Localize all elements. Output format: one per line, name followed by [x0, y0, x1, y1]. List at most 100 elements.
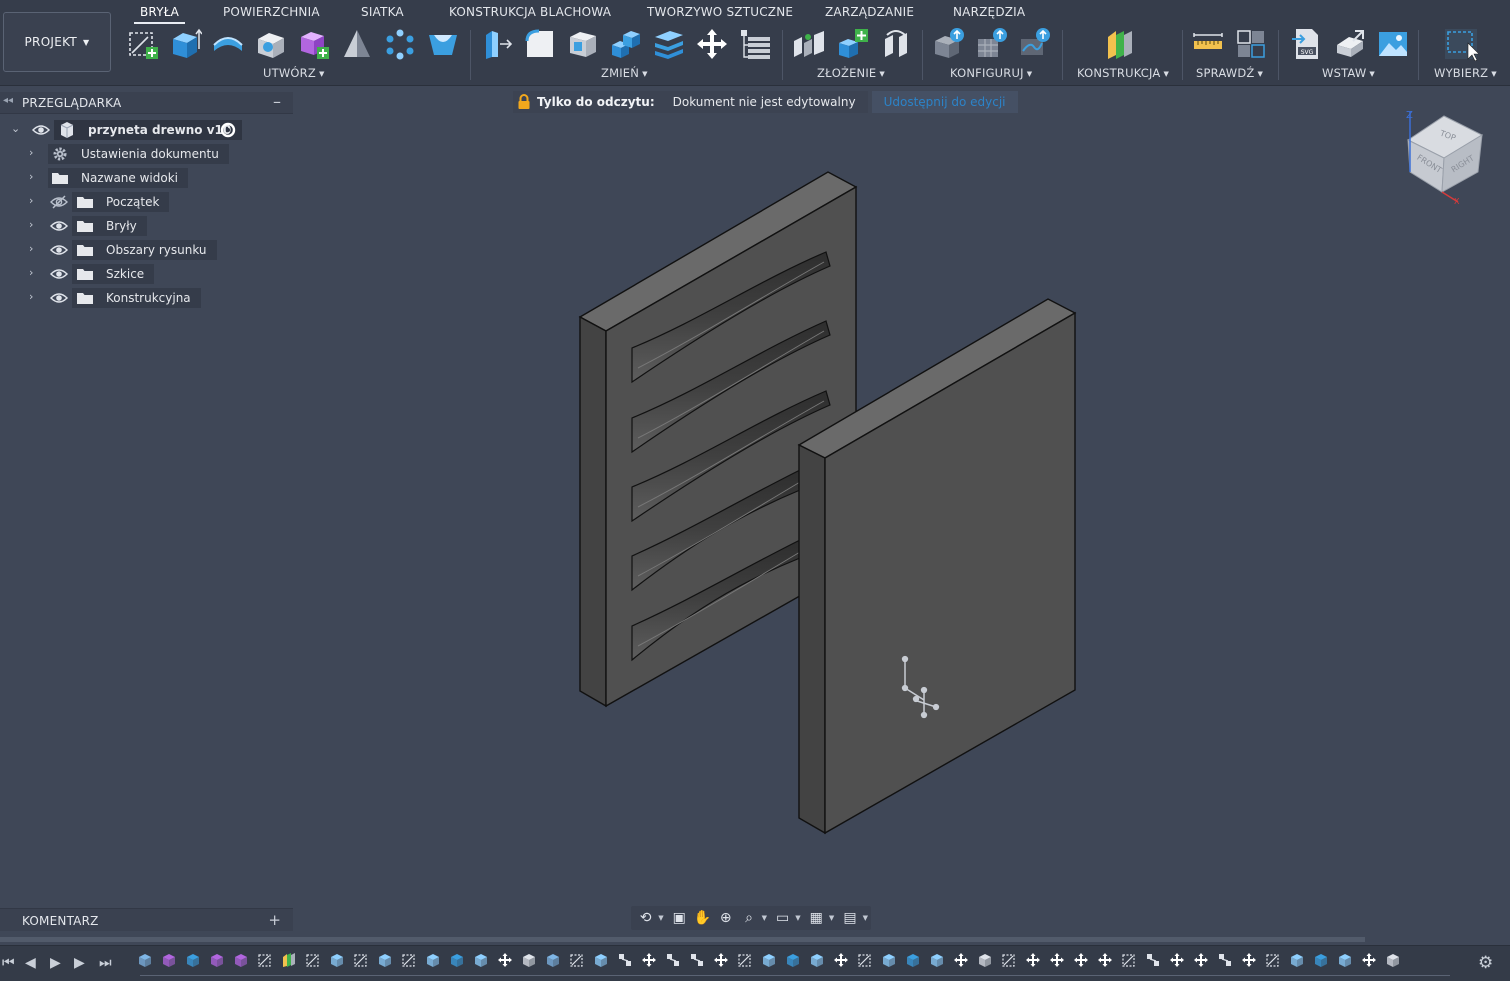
- timeline-feature-sketch-icon[interactable]: [857, 952, 873, 968]
- chevron-down-icon[interactable]: ▼: [762, 914, 767, 922]
- timeline-feature-move-icon[interactable]: [1025, 952, 1041, 968]
- timeline-feature-box-icon[interactable]: [977, 952, 993, 968]
- extrude-button[interactable]: [168, 27, 203, 61]
- tree-root[interactable]: ⌄ przyneta drewno v10: [0, 119, 293, 141]
- chevron-right-icon[interactable]: ›: [29, 218, 33, 231]
- timeline-feature-joint-icon[interactable]: [617, 952, 633, 968]
- tree-item-sketches[interactable]: › Szkice: [0, 263, 293, 285]
- collapse-panel-icon[interactable]: ◂◂: [3, 95, 13, 106]
- select-button[interactable]: [1444, 27, 1480, 62]
- timeline-feature-joint-icon[interactable]: [1217, 952, 1233, 968]
- grid-icon[interactable]: ▦: [806, 908, 827, 928]
- rigid-group-button[interactable]: [879, 27, 913, 61]
- timeline-feature-box-icon[interactable]: [929, 952, 945, 968]
- mold-plate-back[interactable]: [578, 171, 858, 708]
- timeline-feature-box-icon[interactable]: [905, 952, 921, 968]
- timeline-feature-joint-icon[interactable]: [1145, 952, 1161, 968]
- eye-icon[interactable]: [50, 289, 68, 307]
- fit-zoom-icon[interactable]: ⌕: [738, 908, 759, 928]
- tab-tools[interactable]: NARZĘDZIA: [953, 5, 1025, 19]
- tree-item-document-settings[interactable]: › Ustawienia dokumentu: [0, 143, 293, 165]
- chevron-right-icon[interactable]: ›: [29, 146, 33, 159]
- timeline-feature-box-icon[interactable]: [761, 952, 777, 968]
- timeline-feature-sketch-icon[interactable]: [401, 952, 417, 968]
- active-radio-icon[interactable]: [219, 121, 237, 139]
- group-select[interactable]: WYBIERZ ▼: [1434, 66, 1497, 80]
- timeline-feature-box-icon[interactable]: [881, 952, 897, 968]
- new-component-button[interactable]: [297, 27, 331, 61]
- timeline-prev-icon[interactable]: ◀: [25, 955, 36, 971]
- create-sketch-button[interactable]: [126, 27, 160, 61]
- timeline-feature-box-icon[interactable]: [1289, 952, 1305, 968]
- move-button[interactable]: [695, 27, 729, 61]
- tree-item-bodies[interactable]: › Bryły: [0, 215, 293, 237]
- view-cube[interactable]: TOP FRONT RIGHT Z X: [1406, 110, 1484, 206]
- timeline-feature-sketch-icon[interactable]: [1121, 952, 1137, 968]
- offset-plane-button[interactable]: [1104, 27, 1138, 61]
- timeline-feature-box-icon[interactable]: [593, 952, 609, 968]
- configure-button-1[interactable]: [932, 27, 966, 61]
- insert-canvas-button[interactable]: [1376, 27, 1410, 61]
- group-assemble[interactable]: ZŁOŻENIE ▼: [817, 66, 885, 80]
- timeline-end-icon[interactable]: ⏭: [99, 955, 112, 971]
- tab-surface[interactable]: POWIERZCHNIA: [223, 5, 320, 19]
- chevron-down-icon[interactable]: ▼: [829, 914, 834, 922]
- group-configure[interactable]: KONFIGURUJ ▼: [950, 66, 1032, 80]
- measure-button[interactable]: [1191, 27, 1225, 61]
- timeline-start-icon[interactable]: ⏮: [2, 955, 15, 971]
- chevron-right-icon[interactable]: ›: [29, 266, 33, 279]
- press-pull-button[interactable]: [480, 27, 514, 61]
- mirror-button[interactable]: [426, 27, 460, 61]
- timeline-feature-box-icon[interactable]: [545, 952, 561, 968]
- chevron-right-icon[interactable]: ›: [29, 170, 33, 183]
- tab-manage[interactable]: ZARZĄDZANIE: [825, 5, 914, 19]
- timeline-feature-sketch-icon[interactable]: [1265, 952, 1281, 968]
- tree-item-construction[interactable]: › Konstrukcyjna: [0, 287, 293, 309]
- tree-item-origin[interactable]: › Początek: [0, 191, 293, 213]
- timeline-play-icon[interactable]: ▶: [50, 955, 61, 971]
- configure-button-3[interactable]: [1018, 27, 1052, 61]
- configure-button-2[interactable]: [975, 27, 1009, 61]
- viewports-icon[interactable]: ▤: [839, 908, 860, 928]
- timeline-feature-sketch-icon[interactable]: [353, 952, 369, 968]
- timeline-scrollbar[interactable]: [0, 937, 1365, 942]
- timeline-next-icon[interactable]: ▶: [74, 955, 85, 971]
- timeline-feature-box-icon[interactable]: [329, 952, 345, 968]
- group-modify[interactable]: ZMIEŃ ▼: [601, 66, 648, 80]
- add-comment-button[interactable]: +: [268, 911, 281, 929]
- timeline-feature-move-icon[interactable]: [953, 952, 969, 968]
- timeline-feature-box-icon[interactable]: [473, 952, 489, 968]
- group-insert[interactable]: WSTAW ▼: [1322, 66, 1375, 80]
- timeline-feature-sketch-icon[interactable]: [1001, 952, 1017, 968]
- timeline-feature-move-icon[interactable]: [1097, 952, 1113, 968]
- timeline-feature-move-icon[interactable]: [497, 952, 513, 968]
- timeline-feature-move-icon[interactable]: [1169, 952, 1185, 968]
- shell-button[interactable]: [566, 27, 600, 61]
- eye-icon[interactable]: [50, 241, 68, 259]
- offset-face-button[interactable]: [652, 27, 686, 61]
- group-inspect[interactable]: SPRAWDŹ ▼: [1196, 66, 1263, 80]
- timeline-feature-box-icon[interactable]: [137, 952, 153, 968]
- change-parameters-button[interactable]: [738, 27, 772, 61]
- timeline-feature-box-icon[interactable]: [233, 952, 249, 968]
- eye-hidden-icon[interactable]: [50, 193, 68, 211]
- tab-sheet-metal[interactable]: KONSTRUKCJA BLACHOWA: [449, 5, 611, 19]
- timeline-feature-box-icon[interactable]: [425, 952, 441, 968]
- timeline-feature-move-icon[interactable]: [713, 952, 729, 968]
- chevron-right-icon[interactable]: ›: [29, 194, 33, 207]
- fillet-button[interactable]: [523, 27, 557, 61]
- eye-icon[interactable]: [50, 265, 68, 283]
- timeline-feature-box-icon[interactable]: [209, 952, 225, 968]
- timeline-feature-move-icon[interactable]: [1193, 952, 1209, 968]
- timeline-feature-move-icon[interactable]: [1049, 952, 1065, 968]
- minimize-panel-button[interactable]: –: [273, 92, 281, 111]
- timeline-feature-joint-icon[interactable]: [665, 952, 681, 968]
- tab-mesh[interactable]: SIATKA: [361, 5, 404, 19]
- timeline-feature-sketch-icon[interactable]: [305, 952, 321, 968]
- timeline-feature-sketch-icon[interactable]: [569, 952, 585, 968]
- timeline-feature-box-icon[interactable]: [1313, 952, 1329, 968]
- hole-button[interactable]: [254, 27, 288, 61]
- interference-button[interactable]: [1234, 27, 1268, 61]
- timeline-feature-box-icon[interactable]: [809, 952, 825, 968]
- timeline-feature-move-icon[interactable]: [1241, 952, 1257, 968]
